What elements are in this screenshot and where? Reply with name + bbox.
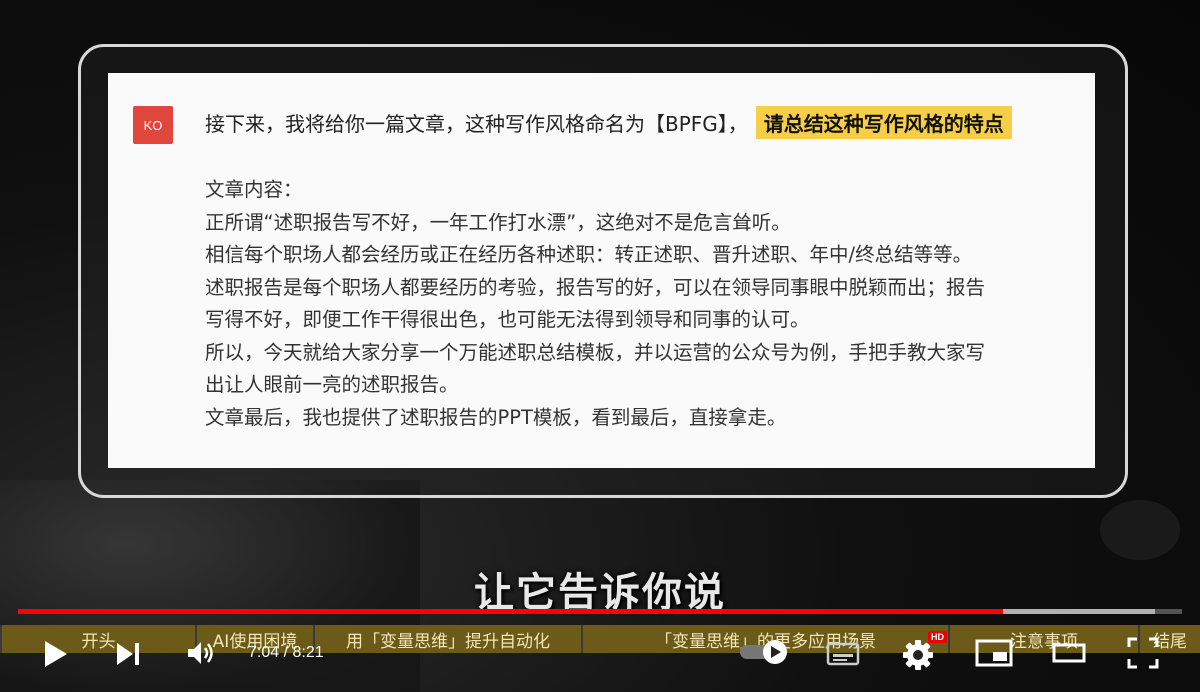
duration: 8:21	[292, 644, 324, 661]
chapter-bar: 开头 AI使用困境 用「变量思维」提升自动化 「变量思维」的更多应用场景 注意事…	[0, 625, 1200, 655]
hd-badge: HD	[928, 631, 947, 643]
chapter-label[interactable]: 用「变量思维」提升自动化	[313, 625, 581, 653]
prompt-highlight: 请总结这种写作风格的特点	[755, 105, 1012, 139]
article-content: 文章内容： 正所谓“述职报告写不好，一年工作打水漂”，这绝对不是危言耸听。 相信…	[205, 174, 1075, 434]
autoplay-toggle-icon	[740, 640, 787, 664]
miniplayer-icon	[975, 639, 1013, 667]
play-button[interactable]	[38, 637, 72, 671]
article-line: 正所谓“述职报告写不好，一年工作打水漂”，这绝对不是危言耸听。	[205, 210, 791, 234]
settings-button[interactable]	[900, 638, 936, 672]
current-time: 7:04	[248, 644, 280, 661]
time-display: 7:04 / 8:21	[248, 644, 324, 662]
next-icon	[117, 643, 139, 665]
play-icon	[45, 641, 67, 667]
next-button[interactable]	[112, 640, 144, 668]
theater-button[interactable]	[1050, 639, 1088, 667]
miniplayer-button[interactable]	[974, 637, 1014, 669]
fullscreen-icon	[1127, 637, 1159, 669]
autoplay-toggle[interactable]	[738, 638, 792, 666]
progress-played	[18, 609, 1003, 614]
volume-icon	[188, 642, 213, 664]
article-line: 述职报告是每个职场人都要经历的考验，报告写的好，可以在领导同事眼中脱颖而出；报告	[205, 275, 986, 299]
user-avatar: KO	[133, 106, 173, 144]
theater-icon	[1052, 643, 1086, 663]
article-line: 出让人眼前一亮的述职报告。	[205, 373, 459, 396]
prompt-line: 接下来，我将给你一篇文章，这种写作风格命名为【BPFG】， 请总结这种写作风格的…	[205, 105, 1012, 139]
subtitles-icon	[826, 642, 860, 666]
prompt-text: 接下来，我将给你一篇文章，这种写作风格命名为【BPFG】，	[205, 111, 748, 136]
settings-icon	[903, 640, 933, 670]
article-line: 所以，今天就给大家分享一个万能述职总结模板，并以运营的公众号为例，手把手教大家写	[205, 340, 986, 364]
volume-button[interactable]	[184, 638, 218, 668]
article-line: 文章内容：	[205, 178, 303, 201]
subtitles-button[interactable]	[826, 640, 860, 668]
chapter-label[interactable]: 开头	[0, 625, 195, 653]
article-line: 文章最后，我也提供了述职报告的PPT模板，看到最后，直接拿走。	[205, 405, 787, 429]
article-line: 写得不好，即便工作干得很出色，也可能无法得到领导和同事的认可。	[205, 308, 810, 331]
article-line: 相信每个职场人都会经历或正在经历各种述职：转正述职、晋升述职、年中/终总结等等。	[205, 243, 973, 266]
background-knob	[1100, 500, 1180, 560]
fullscreen-button[interactable]	[1126, 636, 1160, 670]
time-separator: /	[279, 644, 293, 661]
progress-bar[interactable]	[18, 609, 1182, 614]
